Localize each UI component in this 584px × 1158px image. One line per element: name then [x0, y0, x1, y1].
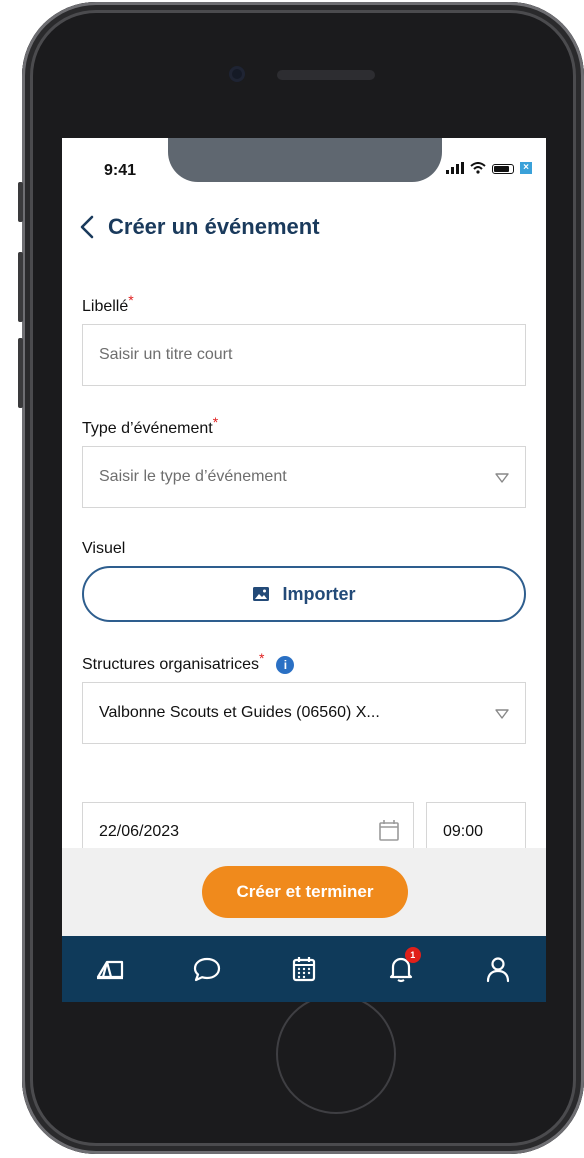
structures-value: Valbonne Scouts et Guides (06560) X...: [99, 704, 380, 721]
import-button[interactable]: Importer: [82, 566, 526, 622]
image-icon: [253, 587, 270, 601]
user-icon: [486, 957, 509, 983]
signal-icon: [446, 162, 464, 174]
page-title: Créer un événement: [108, 214, 320, 239]
type-label: Type d’événement*: [82, 414, 218, 438]
speaker-grille: [277, 70, 375, 80]
structures-label-text: Structures organisatrices: [82, 656, 259, 674]
side-button: [18, 252, 23, 322]
date-value: 22/06/2023: [99, 823, 180, 840]
libelle-label: Libellé*: [82, 292, 134, 316]
app-screen: 9:41 × Créer un événement Libellé* Saisi…: [62, 138, 546, 1002]
home-button[interactable]: [276, 994, 396, 1114]
libelle-placeholder: Saisir un titre court: [99, 346, 233, 363]
wifi-icon: [470, 162, 486, 174]
nav-notifications[interactable]: 1: [381, 947, 421, 989]
required-mark: *: [258, 650, 265, 667]
required-mark: *: [128, 292, 134, 308]
side-button: [18, 338, 23, 408]
nav-camp[interactable]: [90, 949, 130, 989]
side-button: [18, 182, 23, 222]
front-camera: [229, 66, 245, 82]
libelle-label-text: Libellé: [82, 298, 129, 315]
structures-label: Structures organisatrices* i: [82, 650, 295, 674]
page-header: Créer un événement: [78, 214, 320, 240]
structures-select[interactable]: Valbonne Scouts et Guides (06560) X...: [82, 682, 526, 744]
create-button[interactable]: Créer et terminer: [202, 866, 408, 918]
status-icons: ×: [446, 162, 532, 174]
time-value: 09:00: [443, 823, 484, 840]
import-button-label: Importer: [282, 583, 356, 604]
calendar-icon: [379, 820, 399, 841]
notch: [168, 138, 442, 182]
type-select[interactable]: Saisir le type d’événement: [82, 446, 526, 508]
bottom-nav: 1: [62, 936, 546, 1002]
notification-badge: 1: [404, 947, 421, 963]
chevron-down-icon: [495, 473, 509, 483]
status-time: 9:41: [104, 162, 137, 179]
nav-calendar[interactable]: [284, 949, 324, 989]
libelle-input[interactable]: Saisir un titre court: [82, 324, 526, 386]
close-icon[interactable]: ×: [520, 162, 532, 174]
chevron-down-icon: [495, 709, 509, 719]
nav-profile[interactable]: [478, 949, 518, 989]
type-label-text: Type d’événement: [82, 420, 213, 437]
type-placeholder: Saisir le type d’événement: [99, 468, 287, 485]
camp-icon: [97, 960, 124, 980]
required-mark: *: [212, 414, 219, 430]
visuel-label: Visuel: [82, 540, 126, 557]
chat-icon: [194, 957, 221, 982]
nav-messages[interactable]: [187, 949, 227, 989]
battery-icon: [492, 164, 514, 174]
back-icon[interactable]: [78, 215, 98, 239]
info-icon[interactable]: i: [276, 656, 295, 674]
calendar-icon: [292, 957, 316, 982]
